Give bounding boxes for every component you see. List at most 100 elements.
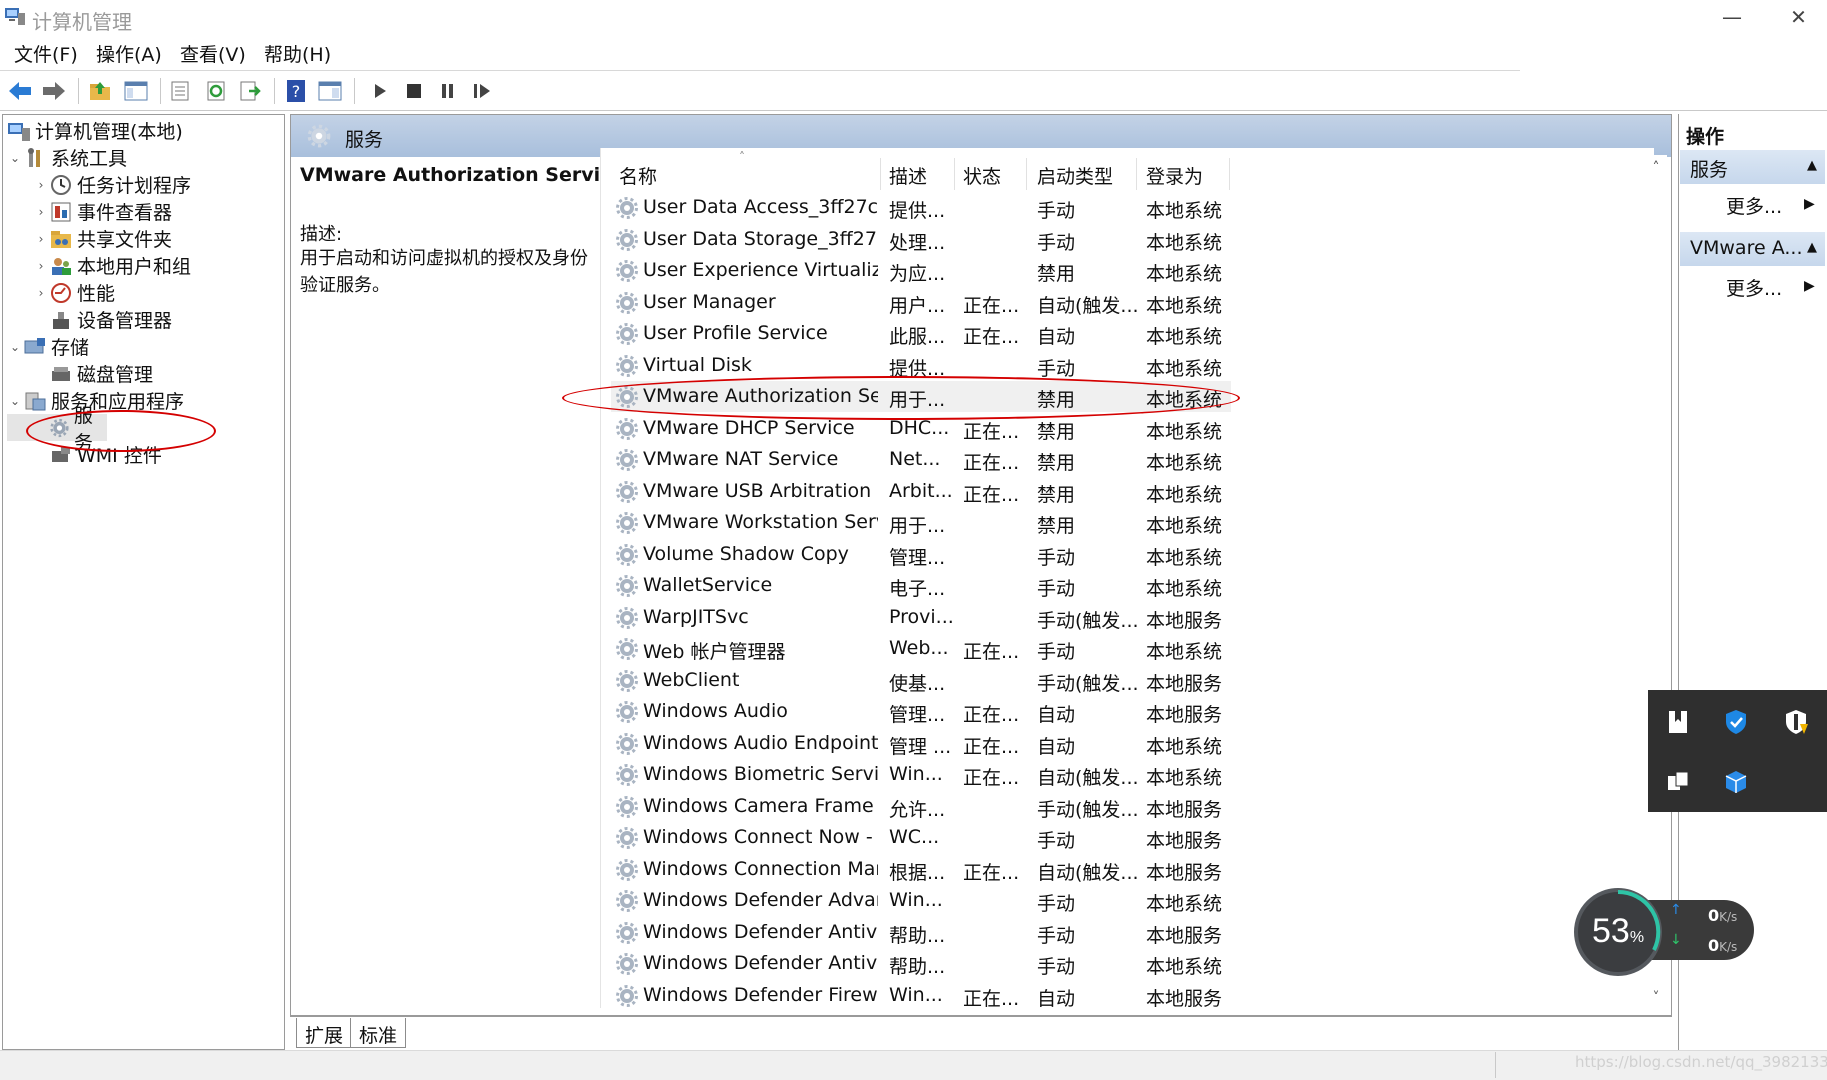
service-row[interactable]: Windows Biometric Service Win... 正在... 自动(触… — [611, 759, 1231, 790]
export-list-icon[interactable] — [236, 77, 264, 105]
service-log-on-as: 本地服务 — [1146, 861, 1223, 884]
action-more-1[interactable]: 更多... — [1726, 192, 1782, 219]
service-row[interactable]: Windows Audio 管理... 正在... 自动 本地服务 — [611, 696, 1231, 727]
shield-check-icon[interactable] — [1722, 708, 1750, 736]
up-folder-icon[interactable] — [86, 77, 114, 105]
column-header-description[interactable]: 描述 — [889, 162, 927, 189]
chevron-right-icon[interactable]: › — [33, 178, 49, 192]
service-status: 正在... — [963, 641, 1020, 663]
refresh-icon[interactable] — [202, 77, 230, 105]
column-header-log-on-as[interactable]: 登录为 — [1146, 162, 1203, 189]
service-startup-type: 手动 — [1037, 956, 1076, 978]
chevron-down-icon[interactable]: ⌄ — [7, 151, 23, 165]
menu-help[interactable]: 帮助(H) — [264, 40, 331, 67]
tab-extended[interactable]: 扩展 — [296, 1018, 353, 1048]
tree-item-performance[interactable]: › 性能 — [7, 279, 283, 306]
service-startup-type: 手动 — [1037, 893, 1076, 915]
service-log-on-as: 本地系统 — [1146, 231, 1223, 254]
action-more-2[interactable]: 更多... — [1726, 274, 1782, 301]
tree-label-event-viewer: 事件查看器 — [77, 202, 173, 224]
show-action-pane-icon[interactable] — [316, 77, 344, 105]
service-startup-type: 手动 — [1037, 357, 1076, 380]
vertical-scrollbar[interactable] — [1645, 155, 1667, 1010]
service-description: Win... — [889, 889, 943, 911]
tree-item-device-manager[interactable]: 设备管理器 — [7, 306, 283, 333]
restart-service-icon[interactable] — [468, 77, 496, 105]
chevron-down-icon[interactable]: ⌄ — [7, 394, 23, 408]
service-row[interactable]: Windows Camera Frame S... 允许... 手动(触发... 本地… — [611, 791, 1231, 822]
chevron-right-icon[interactable]: › — [33, 232, 49, 246]
menu-file[interactable]: 文件(F) — [14, 40, 78, 67]
submenu-arrow-icon[interactable]: ▶ — [1804, 196, 1815, 212]
download-speed-unit: K/s — [1719, 940, 1738, 954]
tree-item-system-tools[interactable]: ⌄ 系统工具 — [7, 144, 283, 171]
column-header-name[interactable]: 名称 — [619, 162, 657, 189]
chevron-down-icon[interactable]: ⌄ — [7, 340, 23, 354]
chevron-right-icon[interactable]: › — [33, 286, 49, 300]
show-hide-tree-icon[interactable] — [122, 77, 150, 105]
tree-item-event-viewer[interactable]: › 事件查看器 — [7, 198, 283, 225]
security-warning-icon[interactable] — [1782, 708, 1810, 736]
service-row[interactable]: User Manager 用户... 正在... 自动(触发... 本地系统 — [611, 287, 1231, 318]
tab-standard[interactable]: 标准 — [350, 1018, 407, 1048]
service-row[interactable]: Windows Audio Endpoint B... 管理 ... 正在... 自动… — [611, 728, 1231, 759]
scroll-up-icon[interactable]: ˄ — [1648, 160, 1664, 176]
tab-strip-border — [290, 1016, 1672, 1017]
bookmark-icon[interactable] — [1664, 708, 1692, 736]
service-row[interactable]: User Data Storage_3ff27ce 处理... 手动 本地系统 — [611, 224, 1231, 255]
properties-icon[interactable] — [166, 77, 194, 105]
service-row[interactable]: VMware NAT Service Net... 正在... 禁用 本地系统 — [611, 444, 1231, 475]
scroll-down-icon[interactable]: ˅ — [1648, 990, 1664, 1006]
service-row[interactable]: VMware USB Arbitration S... Arbit... 正在...… — [611, 476, 1231, 507]
collapse-icon[interactable]: ▲ — [1807, 158, 1817, 173]
stop-service-icon[interactable] — [400, 77, 428, 105]
chevron-right-icon[interactable]: › — [33, 259, 49, 273]
service-row[interactable]: WarpJITSvc Provi... 手动(触发... 本地服务 — [611, 602, 1231, 633]
help-icon[interactable]: ? — [282, 77, 310, 105]
menu-action[interactable]: 操作(A) — [96, 40, 162, 67]
pause-service-icon[interactable] — [434, 77, 462, 105]
service-startup-type: 禁用 — [1037, 452, 1076, 474]
start-service-icon[interactable] — [366, 77, 394, 105]
service-row[interactable]: WebClient 使基... 手动(触发... 本地服务 — [611, 665, 1231, 696]
collapse-icon[interactable]: ▲ — [1807, 240, 1817, 255]
forward-arrow-icon[interactable] — [40, 77, 68, 105]
tree-item-root[interactable]: 计算机管理(本地) — [7, 117, 283, 144]
menu-view[interactable]: 查看(V) — [180, 40, 246, 67]
actions-group-vmware[interactable]: VMware A... ▲ — [1680, 232, 1825, 266]
service-row[interactable]: Windows Defender Firewall Win... 正在... 自动 本地… — [611, 980, 1231, 1011]
service-status: 正在... — [963, 294, 1020, 317]
tree-item-local-users[interactable]: › 本地用户和组 — [7, 252, 283, 279]
tree-item-task-scheduler[interactable]: › 任务计划程序 — [7, 171, 283, 198]
gear-icon — [615, 354, 639, 378]
service-row[interactable]: User Profile Service 此服... 正在... 自动 本地系统 — [611, 318, 1231, 349]
column-header-status[interactable]: 状态 — [963, 162, 1001, 189]
services-apps-icon — [25, 392, 46, 410]
tree-item-storage[interactable]: ⌄ 存储 — [7, 333, 283, 360]
service-row[interactable]: Windows Defender Antivir... 帮助... 手动 本地系统 — [611, 948, 1231, 979]
close-button[interactable]: ✕ — [1770, 0, 1827, 34]
submenu-arrow-icon[interactable]: ▶ — [1804, 278, 1815, 294]
windows-icon[interactable] — [1664, 768, 1692, 796]
tree-label-system-tools: 系统工具 — [51, 148, 128, 170]
service-log-on-as: 本地系统 — [1146, 578, 1223, 600]
service-row[interactable]: Windows Defender Advan... Win... 手动 本地系统 — [611, 885, 1231, 916]
service-row[interactable]: Volume Shadow Copy 管理... 手动 本地系统 — [611, 539, 1231, 570]
service-row[interactable]: User Experience Virtualizat... 为应... 禁用 本地系… — [611, 255, 1231, 286]
service-row[interactable]: User Data Access_3ff27ce 提供... 手动 本地系统 — [611, 192, 1231, 223]
service-row[interactable]: Windows Connection Man... 根据... 正在... 自动(触发… — [611, 854, 1231, 885]
minimize-button[interactable]: — — [1696, 0, 1768, 34]
service-row[interactable]: Web 帐户管理器 Web... 正在... 手动 本地系统 — [611, 633, 1231, 664]
service-row[interactable]: Windows Defender Antivir... 帮助... 手动 本地服务 — [611, 917, 1231, 948]
service-row[interactable]: Windows Connect Now - C... WC... 手动 本地服务 — [611, 822, 1231, 853]
cube-icon[interactable] — [1722, 768, 1750, 796]
service-row[interactable]: WalletService 电子... 手动 本地系统 — [611, 570, 1231, 601]
actions-group-services[interactable]: 服务 ▲ — [1680, 150, 1825, 184]
back-arrow-icon[interactable] — [6, 77, 34, 105]
tree-item-disk-management[interactable]: 磁盘管理 — [7, 360, 283, 387]
chevron-right-icon[interactable]: › — [33, 205, 49, 219]
gear-icon — [615, 826, 639, 850]
tree-item-shared-folders[interactable]: › 共享文件夹 — [7, 225, 283, 252]
service-row[interactable]: VMware Workstation Server 用于... 禁用 本地系统 — [611, 507, 1231, 538]
column-header-startup-type[interactable]: 启动类型 — [1037, 162, 1113, 189]
